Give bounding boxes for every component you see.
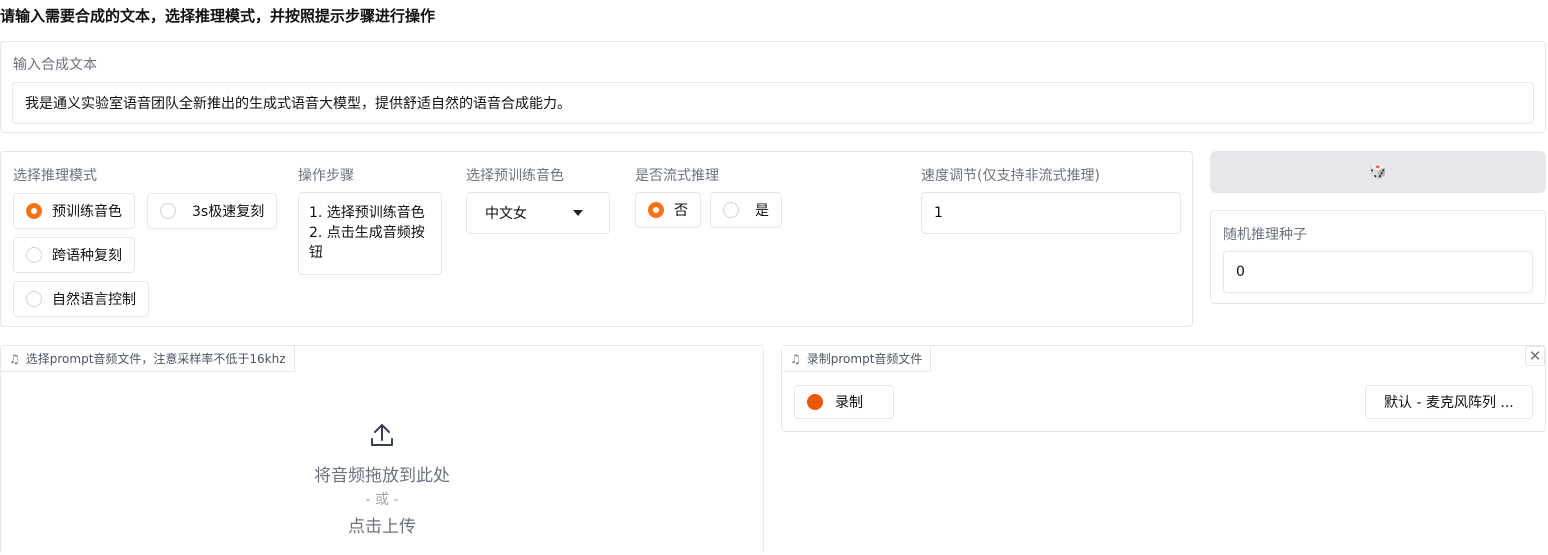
controls-panel: 选择推理模式 预训练音色 3s极速复刻 跨语种复刻 自然语言控制 操作步骤 1.… bbox=[0, 151, 1193, 327]
radio-unselected-icon bbox=[26, 247, 42, 263]
text-input-panel: 输入合成文本 我是通义实验室语音团队全新推出的生成式语音大模型，提供舒适自然的语… bbox=[0, 41, 1546, 133]
record-button-label: 录制 bbox=[835, 395, 863, 411]
record-tag-label: 录制prompt音频文件 bbox=[806, 352, 923, 366]
seed-panel: 随机推理种子 0 bbox=[1210, 210, 1546, 304]
radio-unselected-icon bbox=[26, 291, 42, 307]
mode-option-pretrained[interactable]: 预训练音色 bbox=[13, 193, 135, 229]
mode-label: 选择推理模式 bbox=[13, 168, 97, 184]
upload-or-text: - 或 - bbox=[365, 492, 399, 508]
caret-down-icon bbox=[573, 210, 583, 216]
stream-option-no[interactable]: 否 bbox=[635, 192, 701, 228]
stream-label: 是否流式推理 bbox=[635, 168, 719, 184]
mode-option-label: 跨语种复刻 bbox=[52, 248, 122, 264]
dice-icon: 🎲 bbox=[1369, 164, 1387, 180]
radio-selected-icon bbox=[26, 203, 42, 219]
synthesis-text-input[interactable]: 我是通义实验室语音团队全新推出的生成式语音大模型，提供舒适自然的语音合成能力。 bbox=[12, 82, 1534, 124]
close-icon[interactable]: ✕ bbox=[1525, 346, 1545, 366]
stream-option-yes[interactable]: 是 bbox=[710, 192, 782, 228]
mode-option-fast-clone[interactable]: 3s极速复刻 bbox=[147, 193, 278, 229]
steps-line: 1. 选择预训练音色 bbox=[309, 205, 425, 221]
upload-panel: ♫ 选择prompt音频文件，注意采样率不低于16khz 将音频拖放到此处 - … bbox=[0, 345, 764, 555]
music-note-icon: ♫ bbox=[9, 351, 20, 366]
steps-label: 操作步骤 bbox=[298, 168, 354, 184]
record-panel: ♫ 录制prompt音频文件 ✕ 录制 默认 - 麦克风阵列 ... bbox=[781, 345, 1546, 432]
upload-dropzone[interactable]: 将音频拖放到此处 - 或 - 点击上传 bbox=[1, 374, 763, 554]
record-dot-icon bbox=[807, 394, 823, 410]
steps-line: 钮 bbox=[309, 245, 323, 261]
upload-icon bbox=[371, 424, 393, 446]
upload-tag-label: 选择prompt音频文件，注意采样率不低于16khz bbox=[25, 352, 286, 366]
radio-selected-icon bbox=[648, 202, 664, 218]
mode-option-cross-lingual[interactable]: 跨语种复刻 bbox=[13, 237, 135, 273]
seed-label: 随机推理种子 bbox=[1223, 227, 1307, 243]
mode-option-label: 自然语言控制 bbox=[52, 292, 136, 308]
steps-line: 2. 点击生成音频按 bbox=[309, 225, 425, 241]
mode-option-instruct[interactable]: 自然语言控制 bbox=[13, 281, 149, 317]
voice-label: 选择预训练音色 bbox=[466, 168, 564, 184]
steps-box: 1. 选择预训练音色 2. 点击生成音频按 钮 bbox=[298, 192, 442, 275]
voice-dropdown-value: 中文女 bbox=[485, 206, 527, 222]
radio-unselected-icon bbox=[160, 203, 176, 219]
text-input-label: 输入合成文本 bbox=[13, 57, 97, 73]
microphone-select[interactable]: 默认 - 麦克风阵列 ... bbox=[1365, 385, 1533, 419]
speed-label: 速度调节(仅支持非流式推理) bbox=[921, 168, 1100, 184]
upload-tag: ♫ 选择prompt音频文件，注意采样率不低于16khz bbox=[1, 346, 295, 372]
stream-option-label: 是 bbox=[755, 203, 769, 219]
mode-option-label: 预训练音色 bbox=[52, 204, 122, 220]
radio-unselected-icon bbox=[723, 202, 739, 218]
page-heading: 请输入需要合成的文本，选择推理模式，并按照提示步骤进行操作 bbox=[0, 7, 436, 25]
seed-input[interactable]: 0 bbox=[1223, 251, 1533, 293]
mode-option-label: 3s极速复刻 bbox=[192, 204, 265, 220]
upload-click-text: 点击上传 bbox=[348, 517, 416, 537]
music-note-icon: ♫ bbox=[790, 351, 801, 366]
random-seed-button[interactable]: 🎲 bbox=[1210, 151, 1546, 193]
stream-option-label: 否 bbox=[674, 203, 688, 219]
record-button[interactable]: 录制 bbox=[794, 385, 894, 419]
voice-dropdown[interactable]: 中文女 bbox=[466, 192, 610, 234]
speed-input[interactable]: 1 bbox=[921, 192, 1181, 234]
upload-drop-text: 将音频拖放到此处 bbox=[314, 466, 450, 486]
record-tag: ♫ 录制prompt音频文件 bbox=[782, 346, 932, 372]
